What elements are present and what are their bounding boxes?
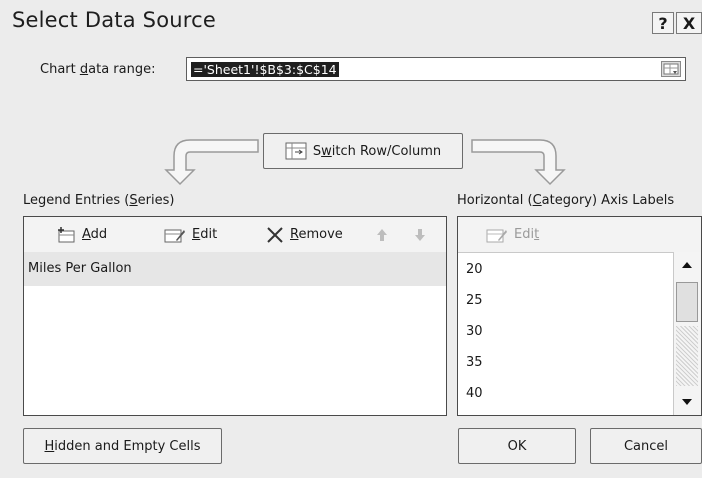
category-item: 40 [466, 386, 483, 401]
remove-series-button[interactable]: Remove [266, 217, 343, 252]
cancel-button[interactable]: Cancel [590, 428, 702, 464]
ok-button[interactable]: OK [458, 428, 576, 464]
category-item: 30 [466, 324, 483, 339]
axis-labels-label: Horizontal (Category) Axis Labels [457, 193, 675, 208]
right-curved-arrow-icon [471, 139, 566, 186]
hidden-and-empty-cells-button[interactable]: Hidden and Empty Cells [23, 428, 222, 464]
dialog-title: Select Data Source [12, 8, 217, 32]
help-button[interactable]: ? [652, 12, 674, 34]
category-item: 25 [466, 293, 483, 308]
scroll-thumb[interactable] [676, 282, 698, 322]
remove-label: Remove [290, 227, 343, 242]
close-button[interactable]: X [676, 12, 702, 34]
edit-series-button[interactable]: Edit [164, 217, 217, 252]
chart-data-range-label: Chart data range: [40, 62, 156, 77]
add-icon [58, 226, 75, 242]
move-down-button[interactable] [414, 217, 426, 252]
scroll-track[interactable] [676, 326, 698, 386]
switch-row-column-icon [285, 142, 307, 160]
category-scrollbar[interactable] [673, 252, 701, 415]
title-bar: Select Data Source ? X [0, 0, 702, 34]
legend-entries-label: Legend Entries (Series) [23, 193, 175, 208]
chart-data-range-value: ='Sheet1'!$B$3:$C$14 [191, 62, 339, 77]
edit-icon [164, 229, 185, 242]
switch-row-column-button[interactable]: Switch Row/Column [263, 133, 463, 169]
edit-icon [486, 229, 507, 242]
series-list-item[interactable]: Miles Per Gallon [24, 252, 446, 286]
arrow-down-icon [415, 228, 425, 241]
scroll-down-icon[interactable] [674, 389, 700, 415]
edit-axis-label: Edit [514, 227, 540, 242]
add-label: Add [82, 227, 108, 242]
range-collapse-icon[interactable] [661, 61, 681, 77]
edit-axis-labels-button[interactable]: Edit [486, 217, 539, 252]
category-item: 35 [466, 355, 483, 370]
arrow-up-icon [377, 228, 387, 241]
legend-toolbar: Add Edit Remove [24, 217, 446, 253]
move-up-button[interactable] [376, 217, 388, 252]
add-series-button[interactable]: Add [56, 217, 107, 252]
chart-data-range-input[interactable]: ='Sheet1'!$B$3:$C$14 [186, 57, 686, 81]
remove-x-icon [267, 226, 283, 243]
switch-row-column-label: Switch Row/Column [312, 143, 442, 159]
legend-entries-panel: Add Edit Remove Miles Per Gallon [23, 216, 447, 416]
hidden-and-empty-cells-label: Hidden and Empty Cells [44, 438, 201, 454]
select-data-source-dialog: Select Data Source ? X Chart data range:… [0, 0, 702, 478]
axis-labels-panel: Edit 20 25 30 35 40 [457, 216, 702, 416]
axis-toolbar: Edit [458, 217, 701, 253]
category-item: 20 [466, 262, 483, 277]
scroll-up-icon[interactable] [674, 252, 700, 278]
edit-label: Edit [192, 227, 218, 242]
left-curved-arrow-icon [164, 139, 259, 186]
